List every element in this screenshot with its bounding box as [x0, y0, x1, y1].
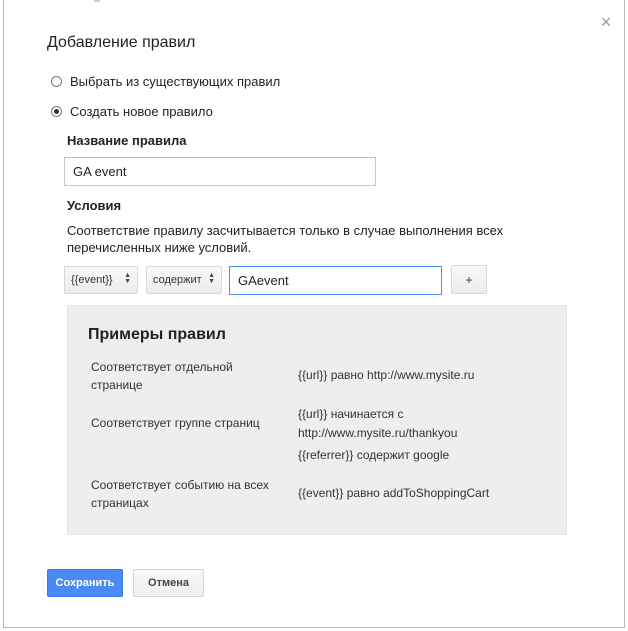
rule-examples-panel: Примеры правил Соответствует отдельной с…: [67, 305, 567, 535]
option-existing-label: Выбрать из существующих правил: [70, 74, 281, 89]
example-value: {{event}} равно addToShoppingCart: [298, 486, 490, 500]
save-button[interactable]: Сохранить: [47, 569, 123, 597]
condition-variable-select[interactable]: {{event}} ▲ ▼: [64, 266, 138, 294]
cancel-button[interactable]: Отмена: [133, 569, 204, 597]
example-label: Соответствует отдельной странице: [91, 360, 233, 392]
conditions-label: Условия: [67, 198, 122, 213]
radio-new-icon[interactable]: [51, 106, 62, 117]
option-existing-rules[interactable]: Выбрать из существующих правил: [51, 74, 280, 89]
select-arrows-icon: ▲ ▼: [208, 272, 215, 285]
example-value: {{url}} равно http://www.mysite.ru: [298, 368, 475, 382]
select-arrows-icon: ▲ ▼: [124, 272, 131, 285]
dialog-title: Добавление правил: [47, 34, 196, 51]
condition-operator-select[interactable]: содержит ▲ ▼: [146, 266, 222, 294]
conditions-description: Соответствие правилу засчитывается тольк…: [67, 223, 504, 255]
example-label: Соответствует группе страниц: [91, 416, 260, 430]
add-rules-dialog: × Добавление правил Выбрать из существую…: [3, 0, 625, 628]
example-value: {{url}} начинается с http://www.mysite.r…: [298, 407, 458, 440]
variable-select-value: {{event}}: [71, 274, 113, 286]
radio-existing-icon[interactable]: [51, 76, 62, 87]
operator-select-value: содержит: [153, 274, 202, 286]
close-icon[interactable]: ×: [598, 13, 614, 31]
option-new-rule[interactable]: Создать новое правило: [51, 104, 213, 119]
examples-title: Примеры правил: [88, 326, 226, 343]
example-value: {{referrer}} содержит google: [298, 448, 450, 462]
rule-name-input[interactable]: GA event: [64, 157, 376, 186]
add-condition-button[interactable]: +: [451, 265, 487, 294]
option-new-label: Создать новое правило: [70, 104, 213, 119]
top-edge-mark: [94, 0, 100, 2]
rule-name-label: Название правила: [67, 133, 187, 148]
condition-value-input[interactable]: GAevent: [229, 266, 442, 295]
example-label: Соответствует событию на всех страницах: [91, 478, 269, 510]
